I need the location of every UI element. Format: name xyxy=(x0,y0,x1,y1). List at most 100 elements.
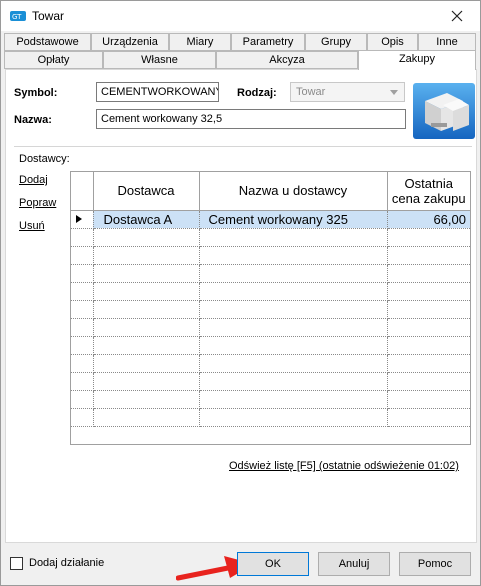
column-header-supplier-name[interactable]: Nazwa u dostawcy xyxy=(199,172,388,211)
tab-urzadzenia[interactable]: Urządzenia xyxy=(91,33,169,51)
nazwa-label: Nazwa: xyxy=(14,114,52,126)
suppliers-grid[interactable]: Dostawca Nazwa u dostawcy Ostatnia cena … xyxy=(70,171,471,445)
cell-name[interactable] xyxy=(199,390,388,409)
rodzaj-value: Towar xyxy=(296,86,326,98)
edit-supplier-link[interactable]: Popraw xyxy=(19,197,56,209)
cell-supplier[interactable] xyxy=(93,318,200,337)
tab-podstawowe[interactable]: Podstawowe xyxy=(4,33,91,51)
row-indicator xyxy=(71,264,94,283)
row-header-corner xyxy=(71,172,94,211)
cell-supplier[interactable] xyxy=(93,408,200,427)
cell-price[interactable] xyxy=(387,282,470,301)
tab-miary[interactable]: Miary xyxy=(169,33,231,51)
cell-price[interactable] xyxy=(387,336,470,355)
cell-price[interactable] xyxy=(387,354,470,373)
table-row[interactable]: Dostawca A Cement workowany 325 66,00 xyxy=(71,210,470,229)
row-indicator xyxy=(71,210,94,229)
cell-name[interactable] xyxy=(199,282,388,301)
cell-name[interactable] xyxy=(199,228,388,247)
cell-price[interactable] xyxy=(387,228,470,247)
tab-akcyza[interactable]: Akcyza xyxy=(216,51,358,69)
table-row[interactable] xyxy=(71,336,470,355)
tab-wlasne[interactable]: Własne xyxy=(103,51,216,69)
cell-name[interactable] xyxy=(199,336,388,355)
cell-price[interactable] xyxy=(387,372,470,391)
row-indicator xyxy=(71,336,94,355)
tab-inne[interactable]: Inne xyxy=(418,33,476,51)
cell-price[interactable] xyxy=(387,264,470,283)
tab-grupy[interactable]: Grupy xyxy=(305,33,367,51)
product-image xyxy=(413,83,475,139)
row-indicator xyxy=(71,246,94,265)
nazwa-field[interactable]: Cement workowany 32,5 xyxy=(96,109,406,129)
svg-text:GT: GT xyxy=(12,13,22,21)
cell-name[interactable] xyxy=(199,408,388,427)
add-action-checkbox[interactable] xyxy=(10,557,23,570)
tab-zakupy[interactable]: Zakupy xyxy=(358,50,476,70)
rodzaj-select[interactable]: Towar xyxy=(290,82,405,102)
table-row[interactable] xyxy=(71,264,470,283)
cell-supplier[interactable] xyxy=(93,390,200,409)
tab-oplaty[interactable]: Opłaty xyxy=(4,51,103,69)
column-header-last-price[interactable]: Ostatnia cena zakupu xyxy=(387,172,470,211)
table-row[interactable] xyxy=(71,228,470,247)
cell-supplier[interactable] xyxy=(93,264,200,283)
close-button[interactable] xyxy=(434,1,480,31)
cell-supplier[interactable] xyxy=(93,228,200,247)
cell-price[interactable] xyxy=(387,318,470,337)
cell-name[interactable] xyxy=(199,372,388,391)
cell-price[interactable]: 66,00 xyxy=(387,210,470,229)
cell-supplier[interactable] xyxy=(93,282,200,301)
table-row[interactable] xyxy=(71,390,470,409)
cell-price[interactable] xyxy=(387,300,470,319)
table-row[interactable] xyxy=(71,246,470,265)
cell-supplier[interactable]: Dostawca A xyxy=(93,210,200,229)
table-row[interactable] xyxy=(71,300,470,319)
cell-price[interactable] xyxy=(387,408,470,427)
table-row[interactable] xyxy=(71,354,470,373)
add-supplier-link[interactable]: Dodaj xyxy=(19,174,48,186)
ok-button[interactable]: OK xyxy=(237,552,309,576)
cell-price[interactable] xyxy=(387,390,470,409)
suppliers-label: Dostawcy: xyxy=(19,153,70,165)
row-indicator xyxy=(71,372,94,391)
table-row[interactable] xyxy=(71,318,470,337)
table-row[interactable] xyxy=(71,282,470,301)
table-row[interactable] xyxy=(71,408,470,427)
table-row[interactable] xyxy=(71,372,470,391)
tab-opis[interactable]: Opis xyxy=(367,33,418,51)
cell-name[interactable] xyxy=(199,264,388,283)
cell-name[interactable] xyxy=(199,300,388,319)
cell-supplier[interactable] xyxy=(93,336,200,355)
chevron-down-icon xyxy=(390,90,398,95)
close-icon xyxy=(451,10,463,22)
column-header-supplier[interactable]: Dostawca xyxy=(93,172,200,211)
row-indicator xyxy=(71,282,94,301)
cell-supplier[interactable] xyxy=(93,246,200,265)
symbol-field[interactable]: CEMENTWORKOWANY xyxy=(96,82,219,102)
towar-dialog: GT Towar Podstawowe Urządzenia Miary Par… xyxy=(0,0,481,586)
symbol-label: Symbol: xyxy=(14,87,58,99)
tab-panel-zakupy: Symbol: CEMENTWORKOWANY Rodzaj: Towar Na… xyxy=(5,69,477,543)
cell-name[interactable] xyxy=(199,246,388,265)
current-row-icon xyxy=(76,214,82,223)
cell-supplier[interactable] xyxy=(93,354,200,373)
cell-name[interactable] xyxy=(199,354,388,373)
cell-name[interactable]: Cement workowany 325 xyxy=(199,210,388,229)
help-button[interactable]: Pomoc xyxy=(399,552,471,576)
title-bar: GT Towar xyxy=(1,1,480,31)
refresh-list-link[interactable]: Odśwież listę [F5] (ostatnie odświeżenie… xyxy=(229,460,459,472)
app-icon: GT xyxy=(10,11,26,21)
cell-supplier[interactable] xyxy=(93,300,200,319)
cell-price[interactable] xyxy=(387,246,470,265)
cell-supplier[interactable] xyxy=(93,372,200,391)
row-indicator xyxy=(71,318,94,337)
divider xyxy=(14,146,472,147)
row-indicator xyxy=(71,228,94,247)
tab-parametry[interactable]: Parametry xyxy=(231,33,305,51)
row-indicator xyxy=(71,408,94,427)
row-indicator xyxy=(71,390,94,409)
cancel-button[interactable]: Anuluj xyxy=(318,552,390,576)
delete-supplier-link[interactable]: Usuń xyxy=(19,220,45,232)
cell-name[interactable] xyxy=(199,318,388,337)
